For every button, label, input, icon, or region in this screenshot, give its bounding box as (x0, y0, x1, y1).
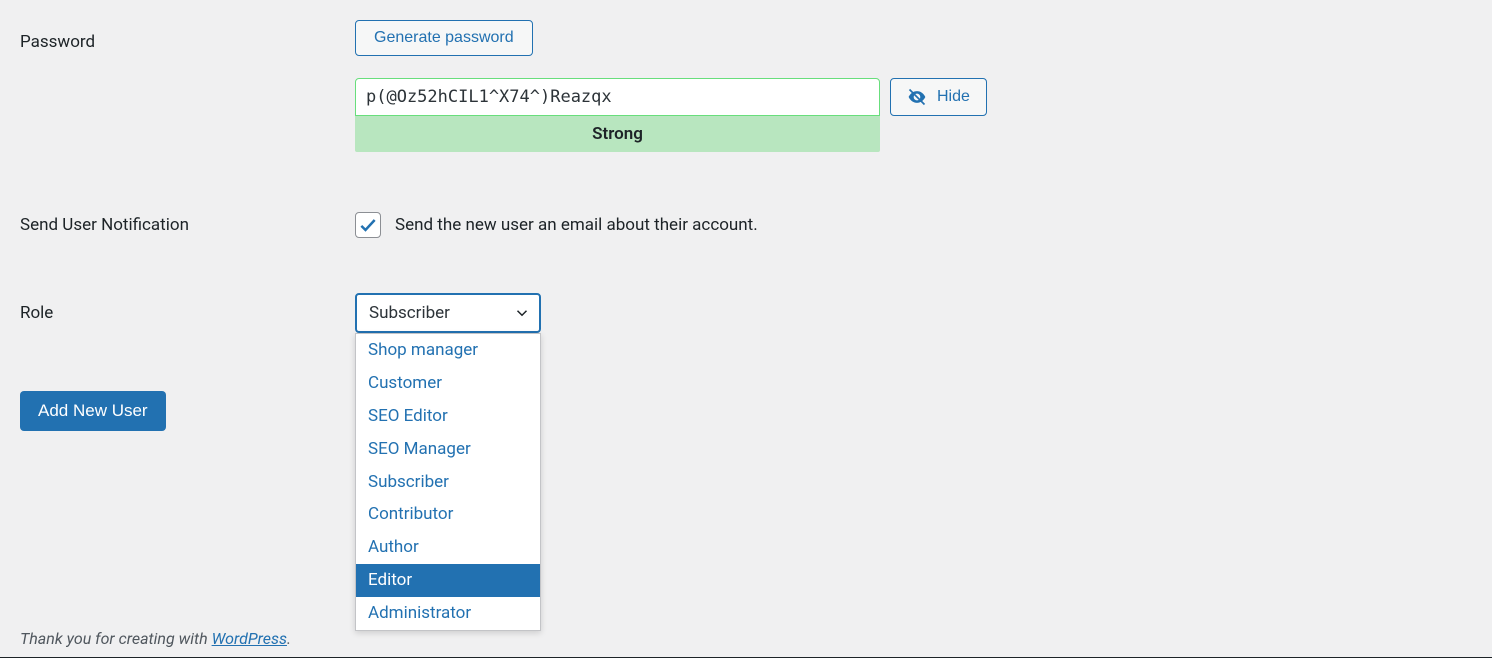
add-new-user-button[interactable]: Add New User (20, 391, 166, 431)
role-option[interactable]: Subscriber (356, 466, 540, 499)
password-row: Password Generate password Strong Hide (20, 20, 1472, 152)
role-row: Role Subscriber Shop managerCustomerSEO … (20, 293, 1472, 333)
hide-button-label: Hide (937, 88, 970, 106)
chevron-down-icon (513, 304, 531, 322)
notification-description: Send the new user an email about their a… (395, 215, 758, 235)
notification-label: Send User Notification (20, 215, 355, 235)
password-label: Password (20, 20, 355, 52)
role-selected-value: Subscriber (369, 303, 450, 323)
password-controls: Generate password Strong Hide (355, 20, 1472, 152)
notification-checkbox[interactable] (355, 212, 381, 238)
role-option[interactable]: Shop manager (356, 334, 540, 367)
role-option[interactable]: Editor (356, 564, 540, 597)
password-input-wrap: Strong Hide (355, 78, 1472, 152)
eye-slash-icon (907, 87, 927, 107)
hide-password-button[interactable]: Hide (890, 78, 987, 116)
footer-suffix: . (287, 629, 291, 648)
footer-credit: Thank you for creating with WordPress. (20, 629, 291, 648)
notification-checkbox-wrap: Send the new user an email about their a… (355, 212, 758, 238)
password-strength-meter: Strong (355, 116, 880, 152)
role-option[interactable]: SEO Editor (356, 400, 540, 433)
generate-password-button[interactable]: Generate password (355, 20, 533, 56)
role-select[interactable]: Subscriber (355, 293, 541, 333)
role-option[interactable]: Contributor (356, 498, 540, 531)
wordpress-link[interactable]: WordPress (212, 629, 287, 648)
role-dropdown: Shop managerCustomerSEO EditorSEO Manage… (355, 333, 541, 631)
notification-row: Send User Notification Send the new user… (20, 212, 1472, 238)
role-option[interactable]: Author (356, 531, 540, 564)
role-option[interactable]: Customer (356, 367, 540, 400)
footer-prefix: Thank you for creating with (20, 629, 212, 648)
role-option[interactable]: SEO Manager (356, 433, 540, 466)
role-option[interactable]: Administrator (356, 597, 540, 630)
role-select-wrap: Subscriber Shop managerCustomerSEO Edito… (355, 293, 541, 333)
password-box: Strong (355, 78, 880, 152)
role-label: Role (20, 293, 355, 323)
check-icon (358, 215, 378, 235)
password-input[interactable] (355, 78, 880, 116)
